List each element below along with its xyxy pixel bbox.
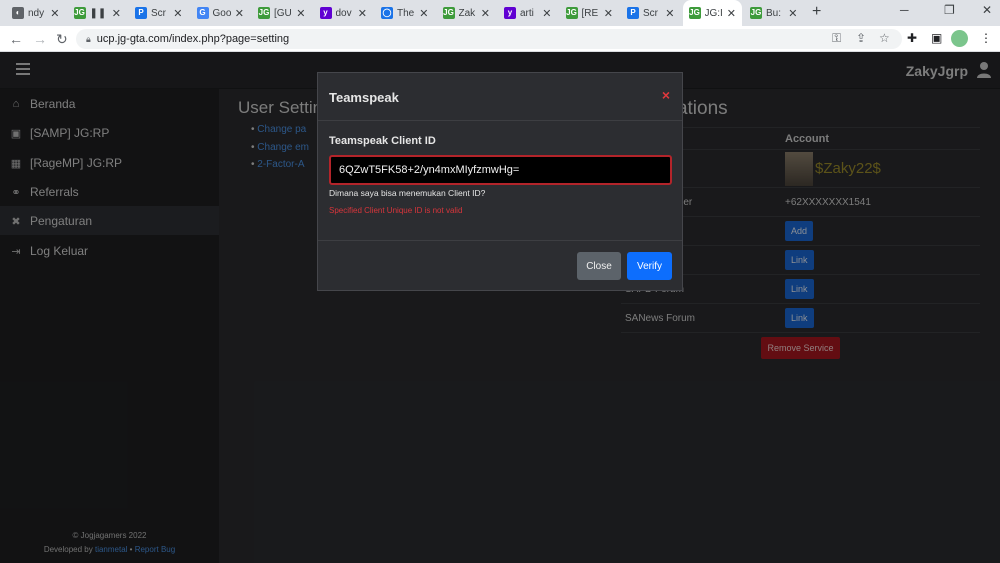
browser-tab[interactable]: ◐ ndy ✕ bbox=[6, 2, 66, 24]
browser-tab[interactable]: y arti ✕ bbox=[498, 2, 558, 24]
modal-header: Teamspeak × bbox=[318, 73, 682, 121]
tab-label: Goo bbox=[212, 7, 231, 19]
tab-label: arti bbox=[520, 7, 534, 19]
tab-favicon-icon: G bbox=[196, 7, 209, 19]
tab-close-icon[interactable]: ✕ bbox=[481, 7, 490, 20]
browser-tab[interactable]: y dov ✕ bbox=[314, 2, 374, 24]
tab-favicon-icon: JG bbox=[258, 7, 270, 19]
browser-tab[interactable]: JG [RE ✕ bbox=[560, 2, 620, 24]
browser-tab[interactable]: JG [GU ✕ bbox=[252, 2, 312, 24]
tab-label: JG:I bbox=[704, 7, 723, 19]
tab-close-icon[interactable]: ✕ bbox=[235, 7, 244, 20]
tab-label: [RE bbox=[581, 7, 599, 19]
tab-label: dov bbox=[335, 7, 352, 19]
tab-favicon-icon: JG bbox=[565, 7, 578, 19]
address-bar[interactable]: 🔒︎ ucp.jg-gta.com/index.php?page=setting bbox=[76, 29, 902, 49]
tab-favicon-icon: y bbox=[504, 7, 516, 19]
tab-close-icon[interactable]: ✕ bbox=[419, 7, 428, 20]
tab-close-icon[interactable]: ✕ bbox=[296, 7, 305, 20]
tab-label: The bbox=[397, 7, 415, 19]
tab-favicon-icon: y bbox=[319, 7, 332, 19]
client-id-label: Teamspeak Client ID bbox=[329, 135, 436, 147]
tab-label: Bu: bbox=[766, 7, 782, 19]
tab-close-icon[interactable]: ✕ bbox=[665, 7, 674, 20]
modal-divider bbox=[318, 240, 682, 241]
window-close-icon[interactable]: ✕ bbox=[982, 3, 992, 17]
verify-button[interactable]: Verify bbox=[627, 252, 672, 280]
client-id-input[interactable] bbox=[329, 155, 672, 185]
menu-dots-icon[interactable]: ⋮ bbox=[980, 31, 992, 45]
browser-tab[interactable]: JG JG:I ✕ bbox=[682, 0, 742, 26]
tab-close-icon[interactable]: ✕ bbox=[173, 7, 182, 20]
browser-toolbar: ← → ↻ 🔒︎ ucp.jg-gta.com/index.php?page=s… bbox=[0, 26, 1000, 52]
teamspeak-modal: Teamspeak × Teamspeak Client ID Dimana s… bbox=[317, 72, 683, 291]
browser-tab[interactable]: P Scr ✕ bbox=[129, 2, 189, 24]
profile-avatar[interactable] bbox=[951, 30, 968, 47]
browser-tab[interactable]: JG Zak ✕ bbox=[437, 2, 497, 24]
extensions-icon[interactable]: ✚ bbox=[907, 31, 917, 45]
tab-label: ndy bbox=[28, 7, 45, 19]
url-text: ucp.jg-gta.com/index.php?page=setting bbox=[96, 33, 290, 45]
tab-favicon-icon: ◐ bbox=[12, 7, 24, 19]
maximize-icon[interactable]: ❐ bbox=[944, 3, 955, 17]
tab-close-icon[interactable]: ✕ bbox=[50, 7, 59, 20]
browser-tab[interactable]: G Goo ✕ bbox=[191, 2, 251, 24]
lock-icon: 🔒︎ bbox=[86, 33, 91, 44]
client-id-help-link[interactable]: Dimana saya bisa menemukan Client ID? bbox=[329, 188, 485, 198]
tab-close-icon[interactable]: ✕ bbox=[358, 7, 367, 20]
browser-tab-bar: ◐ndy✕JG❚❚ [g✕PScr✕GGoo✕JG[GU✕ydov✕◯The✕J… bbox=[0, 0, 1000, 26]
tab-favicon-icon: ◯ bbox=[381, 7, 393, 19]
tab-label: Scr bbox=[151, 7, 166, 19]
new-tab-icon[interactable]: + bbox=[812, 3, 821, 21]
tab-label: Zak bbox=[458, 7, 476, 19]
tab-favicon-icon: JG bbox=[442, 7, 455, 19]
tab-close-icon[interactable]: ✕ bbox=[788, 7, 797, 20]
tab-favicon-icon: P bbox=[135, 7, 147, 19]
minimize-icon[interactable]: ─ bbox=[900, 3, 909, 17]
tab-favicon-icon: JG bbox=[688, 7, 701, 19]
tab-close-icon[interactable]: ✕ bbox=[112, 7, 121, 20]
tab-label: Scr bbox=[643, 7, 658, 19]
modal-title: Teamspeak bbox=[329, 90, 399, 105]
reload-icon[interactable]: ↻ bbox=[56, 31, 68, 48]
error-message: Specified Client Unique ID is not valid bbox=[329, 206, 463, 215]
tab-label: ❚❚ [g bbox=[89, 7, 108, 19]
tab-close-icon[interactable]: ✕ bbox=[542, 7, 551, 20]
tab-label: [GU bbox=[274, 7, 292, 19]
browser-tab[interactable]: JG Bu: ✕ bbox=[744, 2, 804, 24]
sidepanel-icon[interactable]: ▣ bbox=[931, 31, 942, 45]
tab-close-icon[interactable]: ✕ bbox=[604, 7, 613, 20]
back-icon[interactable]: ← bbox=[9, 31, 23, 47]
browser-tab[interactable]: JG❚❚ [g ✕ bbox=[68, 2, 128, 24]
key-icon[interactable]: ⚿ bbox=[832, 31, 841, 46]
browser-tab[interactable]: ◯ The ✕ bbox=[375, 2, 435, 24]
close-icon[interactable]: × bbox=[662, 87, 670, 103]
tab-favicon-icon: P bbox=[627, 7, 639, 19]
browser-tab[interactable]: P Scr ✕ bbox=[621, 2, 681, 24]
bookmark-star-icon[interactable]: ☆ bbox=[879, 31, 890, 45]
tab-close-icon[interactable]: ✕ bbox=[727, 7, 736, 20]
tab-favicon-icon: JG bbox=[750, 7, 762, 19]
tab-favicon-icon: JG bbox=[73, 7, 86, 19]
close-button[interactable]: Close bbox=[577, 252, 621, 280]
share-icon[interactable]: ⇪ bbox=[856, 31, 866, 45]
forward-icon[interactable]: → bbox=[33, 31, 47, 47]
